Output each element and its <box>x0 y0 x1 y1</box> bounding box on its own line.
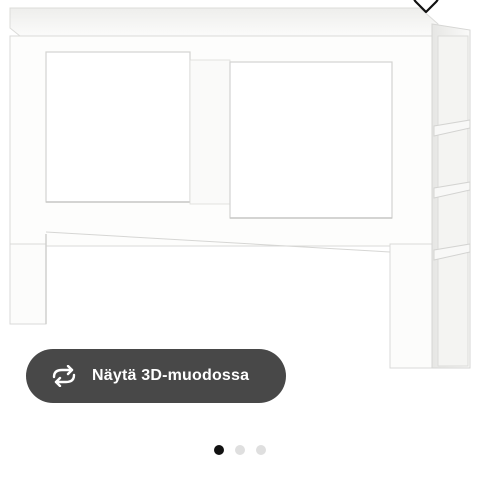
product-gallery: Näytä 3D-muodossa <box>0 0 480 480</box>
view-3d-button[interactable]: Näytä 3D-muodossa <box>26 349 286 403</box>
rotate-arrows-icon <box>50 365 78 387</box>
carousel-dot[interactable] <box>214 445 224 455</box>
wishlist-button[interactable] <box>408 0 444 18</box>
view-3d-label: Näytä 3D-muodossa <box>92 367 250 384</box>
carousel-indicator <box>0 445 480 457</box>
carousel-dot[interactable] <box>235 445 245 455</box>
carousel-dot[interactable] <box>256 445 266 455</box>
heart-icon <box>413 0 439 19</box>
